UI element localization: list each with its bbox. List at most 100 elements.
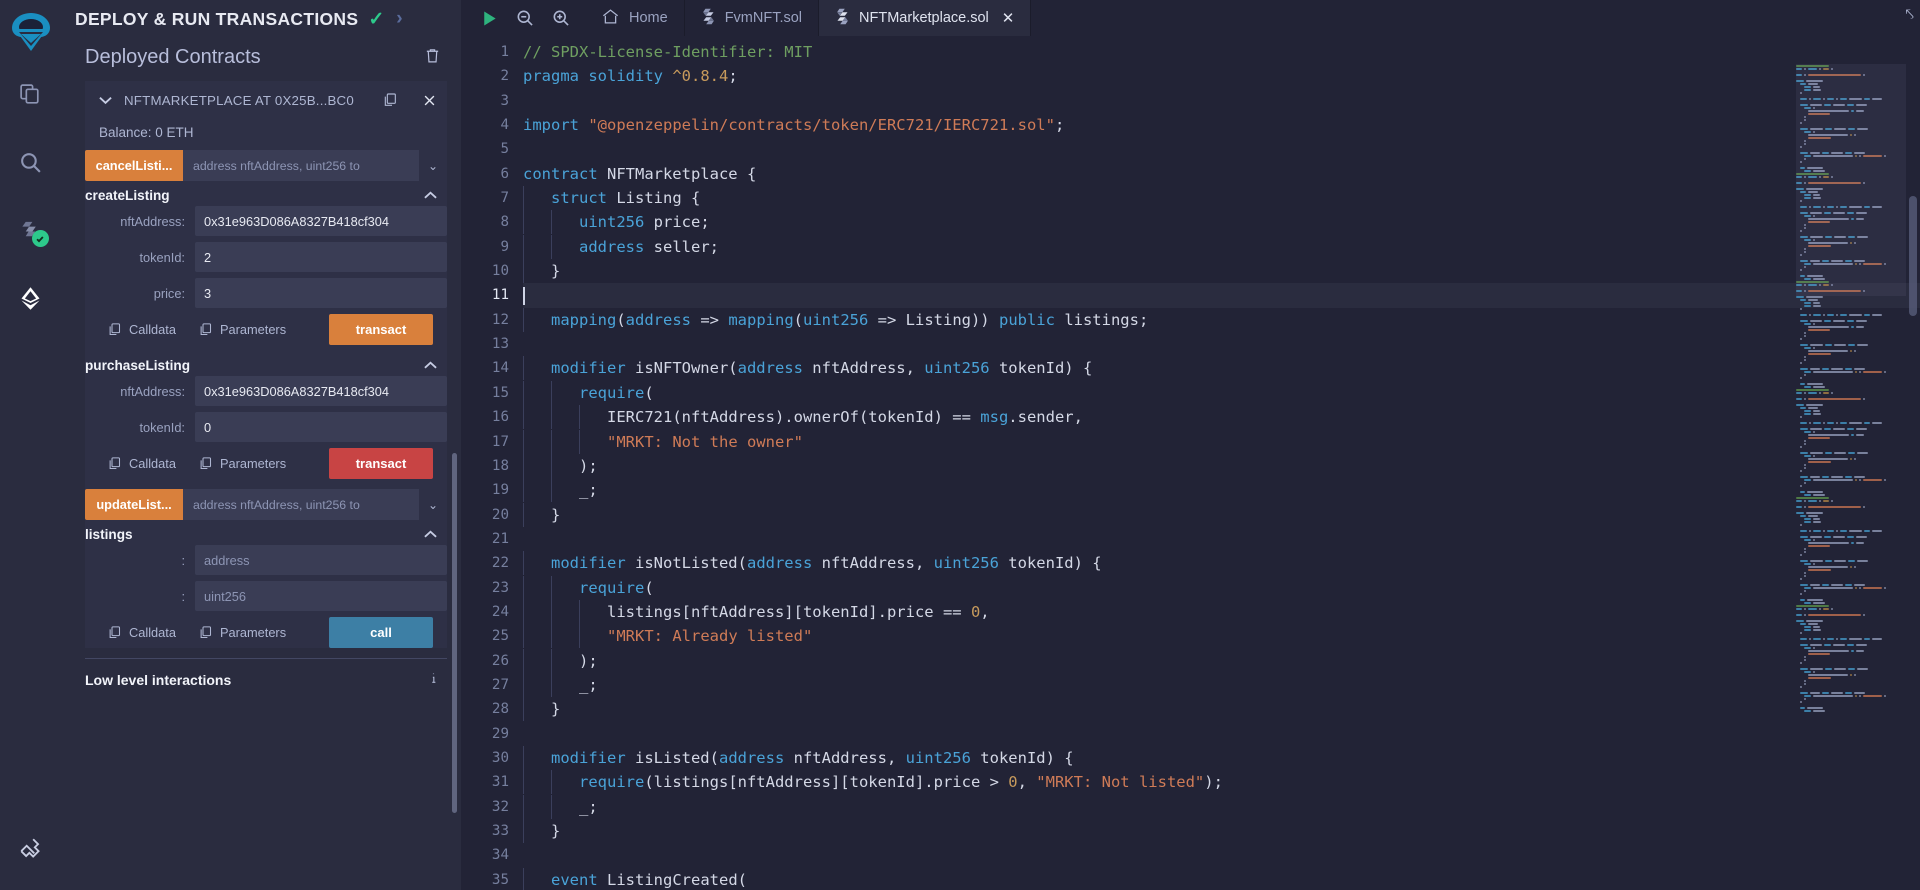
minimap-segment [1831, 691, 1843, 694]
purchase-listing-header[interactable]: purchaseListing [85, 355, 447, 376]
solidity-compiler-icon[interactable] [9, 210, 53, 250]
deploy-run-icon[interactable] [9, 278, 53, 318]
minimap-segment [1853, 349, 1856, 352]
line-number: 20 [491, 506, 509, 523]
minimap-segment [1813, 412, 1821, 415]
create-listing-collapse-icon[interactable] [424, 189, 437, 203]
expand-editor-icon[interactable]: ⤣ [1906, 6, 1914, 23]
minimap-segment [1808, 436, 1831, 439]
line-number: 21 [491, 530, 509, 547]
listings-calldata-button[interactable]: Calldata [107, 625, 176, 640]
listings-collapse-icon[interactable] [424, 528, 437, 542]
minimap-segment [1872, 637, 1882, 640]
panel-scroll-area: NFTMARKETPLACE AT 0X25B...BC0 Balance: 0… [61, 81, 461, 890]
panel-scrollbar[interactable] [452, 453, 457, 813]
run-script-icon[interactable] [471, 0, 507, 36]
minimap-segment [1824, 559, 1833, 562]
minimap-segment [1796, 391, 1803, 394]
purchase-listing-collapse-icon[interactable] [424, 359, 437, 373]
listings-call-button[interactable]: call [329, 617, 433, 648]
chevron-down-icon[interactable] [99, 93, 112, 108]
purchase-listing-parameters-button[interactable]: Parameters [198, 456, 286, 471]
create-listing-nftaddress-input[interactable] [195, 206, 447, 236]
code-line: require( [523, 575, 1920, 600]
source-code[interactable]: // SPDX-License-Identifier: MIT pragma so… [523, 36, 1920, 890]
minimap-segment [1796, 499, 1803, 502]
tab-fvmnft[interactable]: FvmNFT.sol [685, 0, 820, 36]
cancel-listing-args-input[interactable]: address nftAddress, uint256 to [183, 150, 419, 181]
update-listing-args-input[interactable]: address nftAddress, uint256 to [183, 489, 419, 520]
minimap-segment [1826, 529, 1835, 532]
zoom-out-icon[interactable] [507, 0, 543, 36]
minimap-segment [1849, 349, 1852, 352]
purchase-listing-calldata-button[interactable]: Calldata [107, 456, 176, 471]
minimap-segment [1856, 433, 1865, 436]
editor-minimap[interactable] [1796, 64, 1906, 890]
function-block-create-listing: createListing nftAddress: tokenId: [85, 185, 447, 345]
code-line: // SPDX-License-Identifier: MIT [523, 43, 813, 61]
zoom-in-icon[interactable] [543, 0, 579, 36]
listings-parameters-button[interactable]: Parameters [198, 625, 286, 640]
create-listing-tokenid-input[interactable] [195, 242, 447, 272]
minimap-segment [1840, 637, 1848, 640]
function-row-cancel-listing: cancelListi... address nftAddress, uint2… [85, 150, 447, 181]
cancel-listing-expand-icon[interactable]: ⌄ [419, 150, 447, 181]
minimap-viewport-slider[interactable] [1796, 64, 1906, 296]
minimap-segment [1808, 460, 1832, 463]
minimap-segment [1804, 538, 1812, 541]
minimap-segment [1810, 319, 1822, 322]
tab-home[interactable]: Home [585, 0, 685, 36]
search-icon[interactable] [9, 142, 53, 182]
purchase-listing-transact-button[interactable]: transact [329, 448, 433, 479]
purchase-listing-nftaddress-input[interactable] [195, 376, 447, 406]
line-number: 31 [491, 774, 509, 791]
minimap-segment [1833, 427, 1845, 430]
minimap-segment [1836, 637, 1839, 640]
close-icon[interactable] [422, 93, 437, 108]
minimap-segment [1808, 328, 1831, 331]
minimap-segment [1796, 403, 1805, 406]
update-listing-button[interactable]: updateList... [85, 489, 183, 520]
minimap-segment [1813, 301, 1820, 304]
minimap-segment [1854, 367, 1865, 370]
create-listing-transact-button[interactable]: transact [329, 314, 433, 345]
create-listing-price-input[interactable] [195, 278, 447, 308]
tab-nftmarketplace[interactable]: NFTMarketplace.sol ✕ [819, 0, 1032, 36]
line-number: 29 [491, 725, 509, 742]
minimap-segment [1804, 481, 1807, 484]
trash-icon[interactable] [424, 47, 441, 69]
close-icon[interactable]: ✕ [1002, 9, 1015, 27]
listings-uint256-input[interactable] [195, 581, 447, 611]
minimap-segment [1855, 478, 1858, 481]
create-listing-parameters-button[interactable]: Parameters [198, 322, 286, 337]
file-explorer-icon[interactable] [9, 74, 53, 114]
line-number-gutter: 1 2 3 4 5 6 7 8 9 10 11 12 13 14 15 16 17 18 19 20 21 22 23 24 2… [461, 36, 523, 890]
minimap-segment [1856, 427, 1867, 430]
code-line: _; [523, 478, 1920, 503]
minimap-segment [1856, 541, 1865, 544]
plugin-manager-icon[interactable] [0, 836, 61, 862]
minimap-segment [1800, 583, 1809, 586]
create-listing-price-row: price: [85, 278, 447, 308]
update-listing-expand-icon[interactable]: ⌄ [419, 489, 447, 520]
listings-header[interactable]: listings [85, 524, 447, 545]
minimap-segment [1804, 412, 1812, 415]
minimap-segment [1863, 586, 1883, 589]
listings-address-input[interactable] [195, 545, 447, 575]
minimap-segment [1826, 421, 1835, 424]
minimap-segment [1800, 643, 1809, 646]
compiler-success-badge [31, 230, 49, 247]
editor-vertical-scrollbar[interactable] [1909, 196, 1917, 316]
contract-header-row[interactable]: NFTMARKETPLACE AT 0X25B...BC0 [85, 81, 447, 119]
create-listing-header[interactable]: createListing [85, 185, 447, 206]
minimap-segment [1847, 667, 1856, 670]
minimap-segment [1854, 691, 1865, 694]
panel-expand-chevron-icon[interactable]: › [396, 8, 402, 30]
create-listing-calldata-button[interactable]: Calldata [107, 322, 176, 337]
minimap-segment [1847, 343, 1856, 346]
cancel-listing-button[interactable]: cancelListi... [85, 150, 183, 181]
info-icon[interactable] [426, 671, 441, 689]
copy-icon[interactable] [382, 92, 398, 108]
purchase-listing-tokenid-input[interactable] [195, 412, 447, 442]
